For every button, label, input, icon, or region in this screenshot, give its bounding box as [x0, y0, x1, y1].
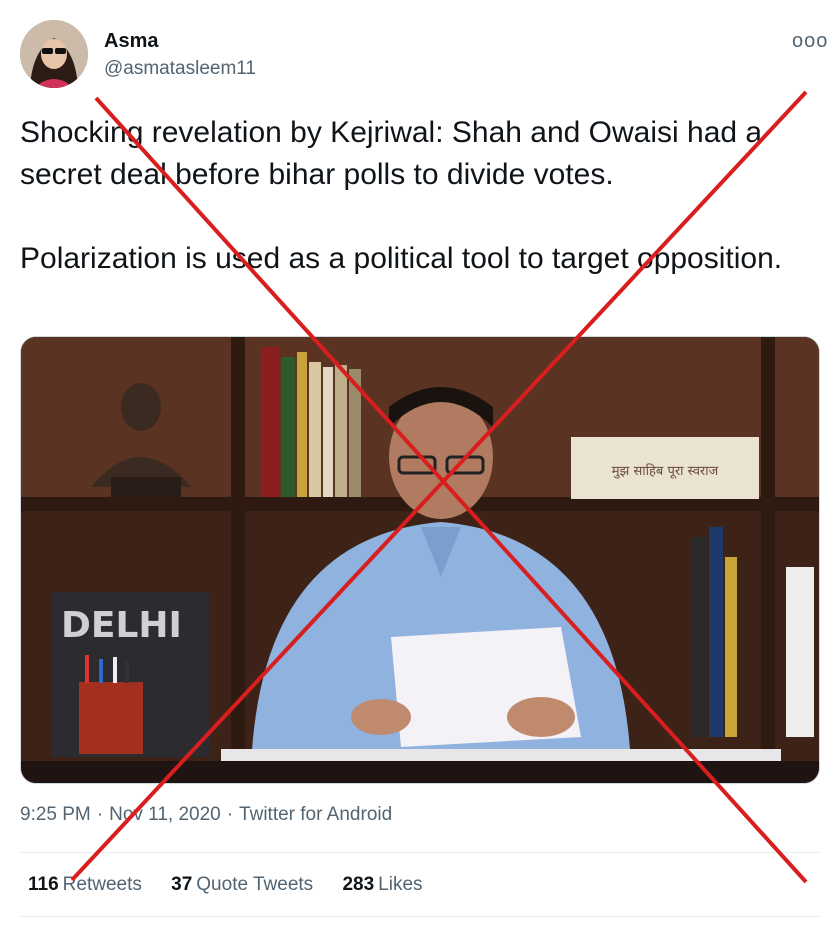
retweets-stat[interactable]: 116 Retweets [28, 874, 142, 896]
tweet-stats: 116 Retweets 37 Quote Tweets 283 Likes [28, 874, 447, 896]
tweet-paragraph: Polarization is used as a political tool… [20, 242, 783, 275]
avatar-image [20, 20, 88, 88]
retweets-label: Retweets [62, 874, 142, 895]
author-name[interactable]: Asma [104, 30, 158, 53]
tweet-media[interactable]: मुझ साहिब पूरा स्वराज DELHI [20, 336, 820, 784]
tweet-paragraph: Shocking revelation by Kejriwal: Shah an… [20, 116, 763, 191]
tweet-time[interactable]: 9:25 PM [20, 804, 91, 825]
tweet-date[interactable]: Nov 11, 2020 [109, 804, 221, 825]
divider [20, 852, 820, 853]
avatar[interactable] [20, 20, 88, 88]
quote-tweets-count: 37 [171, 874, 193, 895]
meta-separator: · [96, 804, 104, 825]
author-handle[interactable]: @asmatasleem11 [104, 58, 256, 80]
meta-separator: · [226, 804, 234, 825]
divider [20, 916, 820, 917]
tweet-meta: 9:25 PM · Nov 11, 2020 · Twitter for Android [20, 804, 398, 826]
video-frame: मुझ साहिब पूरा स्वराज DELHI [21, 337, 819, 783]
delhi-sign-text: DELHI [61, 605, 182, 646]
likes-label: Likes [378, 874, 423, 895]
quote-tweets-label: Quote Tweets [196, 874, 314, 895]
plaque-text: मुझ साहिब पूरा स्वराज [612, 463, 719, 479]
quote-tweets-stat[interactable]: 37 Quote Tweets [171, 874, 313, 896]
retweets-count: 116 [28, 874, 59, 895]
tweet-source[interactable]: Twitter for Android [239, 804, 392, 825]
likes-stat[interactable]: 283 Likes [342, 874, 422, 896]
tweet-card: Asma @asmatasleem11 ooo Shocking revelat… [0, 0, 840, 926]
tweet-text: Shocking revelation by Kejriwal: Shah an… [20, 112, 810, 280]
more-options-icon[interactable]: ooo [792, 30, 828, 53]
likes-count: 283 [342, 874, 375, 895]
